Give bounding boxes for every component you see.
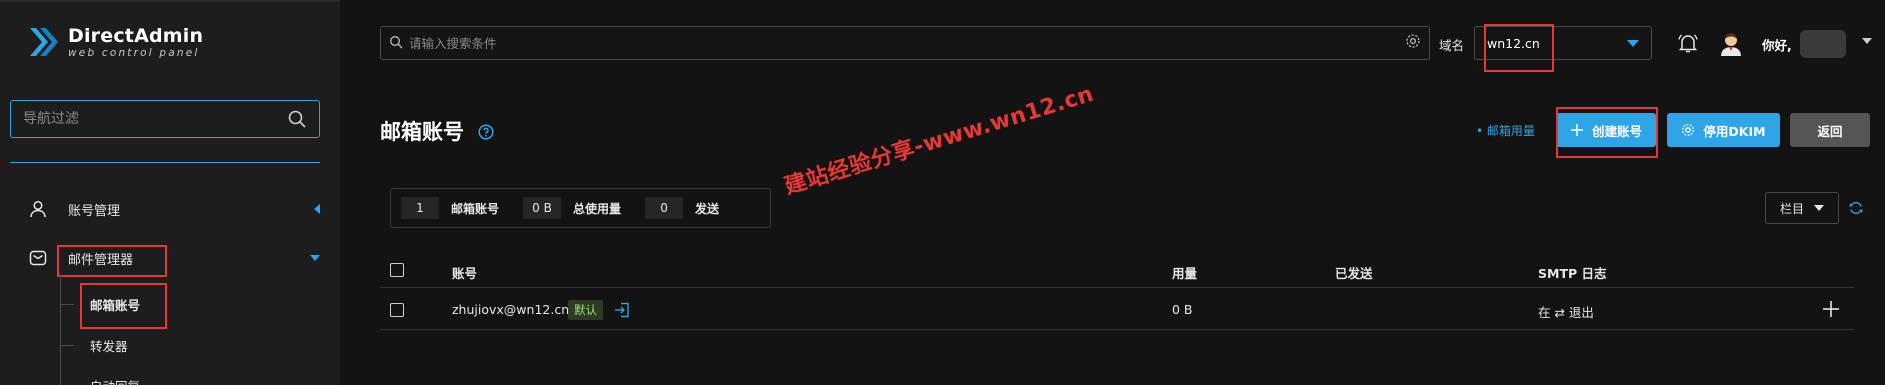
account-email[interactable]: zhujiovx@wn12.cn [452, 302, 569, 317]
stat-value: 0 [645, 197, 684, 219]
default-badge: 默认 [568, 300, 603, 320]
table-header: 账号 用量 已发送 SMTP 日志 [380, 252, 1854, 288]
highlight-box [1556, 107, 1658, 158]
highlight-box [57, 245, 167, 277]
columns-label: 栏目 [1779, 201, 1804, 216]
sidebar-subitem-forwarders[interactable]: 转发器 [60, 330, 128, 360]
column-header-account[interactable]: 账号 [452, 263, 477, 282]
search-icon[interactable] [287, 109, 307, 129]
stat-value: 1 [401, 197, 439, 219]
notification-bell-icon[interactable] [1676, 31, 1700, 55]
sidebar-item-mail-manager[interactable]: 邮件管理器 [0, 241, 340, 275]
column-header-usage[interactable]: 用量 [1172, 263, 1197, 282]
directadmin-logo-icon [28, 24, 60, 60]
sidebar-subitem-label: 自动回复 [90, 376, 140, 385]
help-icon[interactable] [478, 124, 494, 140]
select-all-checkbox[interactable] [390, 263, 404, 277]
highlight-box [1484, 24, 1554, 72]
stat-label: 邮箱账号 [451, 201, 500, 216]
sidebar-item-account-management[interactable]: 账号管理 [0, 192, 340, 226]
login-icon[interactable] [613, 301, 631, 319]
stats-bar: 1 邮箱账号 0 B 总使用量 0 发送 [390, 188, 771, 228]
expand-plus-icon[interactable] [1822, 300, 1840, 318]
back-label: 返回 [1817, 123, 1843, 139]
username-redacted [1800, 30, 1846, 58]
smtp-log-value[interactable]: 在 ⇄ 退出 [1538, 302, 1594, 321]
nav-filter [10, 100, 320, 138]
mailbox-usage-link[interactable]: • 邮箱用量 [1476, 122, 1535, 139]
watermark: 建站经验分享-www.wn12.cn [781, 81, 1097, 200]
disable-dkim-button[interactable]: 停用DKIM [1667, 113, 1780, 147]
sidebar-item-label: 账号管理 [68, 203, 121, 219]
avatar[interactable] [1718, 30, 1744, 56]
search-bar [380, 26, 1430, 60]
page-title: 邮箱账号 [380, 120, 464, 144]
table-row: zhujiovx@wn12.cn 默认 0 B 在 ⇄ 退出 [380, 290, 1854, 330]
refresh-icon[interactable] [1848, 200, 1864, 216]
sidebar-divider [10, 162, 320, 163]
logo-subtitle: web control panel [68, 47, 200, 59]
greeting: 你好, [1762, 38, 1792, 53]
gear-icon[interactable] [1405, 33, 1421, 53]
mail-icon [28, 248, 48, 268]
app: DirectAdmin web control panel 账号管理 邮件管理器 [0, 0, 1885, 385]
highlight-box [80, 283, 167, 329]
domain-label: 域名 [1439, 38, 1465, 53]
chevron-left-icon [314, 204, 320, 214]
stat-label: 发送 [695, 201, 720, 216]
disable-dkim-label: 停用DKIM [1703, 123, 1766, 139]
stat-label: 总使用量 [573, 201, 622, 216]
sidebar-subitem-autoresponders[interactable]: 自动回复 [60, 370, 140, 385]
logo-title: DirectAdmin [68, 25, 204, 47]
sidebar-subitem-label: 转发器 [90, 338, 128, 354]
column-header-smtp-log[interactable]: SMTP 日志 [1538, 263, 1606, 282]
row-checkbox[interactable] [390, 303, 404, 317]
chevron-down-icon [1627, 39, 1639, 47]
search-input[interactable] [409, 35, 1405, 51]
gear-icon [1681, 123, 1695, 137]
back-button[interactable]: 返回 [1790, 113, 1870, 147]
stat-value: 0 B [523, 197, 562, 219]
chevron-down-icon[interactable] [1862, 38, 1872, 44]
user-icon [28, 199, 48, 219]
columns-button[interactable]: 栏目 [1765, 192, 1839, 224]
nav-filter-input[interactable] [23, 111, 287, 127]
search-icon [389, 34, 403, 53]
usage-value: 0 B [1172, 302, 1193, 317]
sidebar: DirectAdmin web control panel 账号管理 邮件管理器 [0, 0, 340, 385]
chevron-down-icon [310, 255, 320, 261]
column-header-sent[interactable]: 已发送 [1335, 263, 1373, 282]
logo[interactable]: DirectAdmin web control panel [28, 24, 203, 60]
chevron-down-icon [1814, 205, 1824, 211]
